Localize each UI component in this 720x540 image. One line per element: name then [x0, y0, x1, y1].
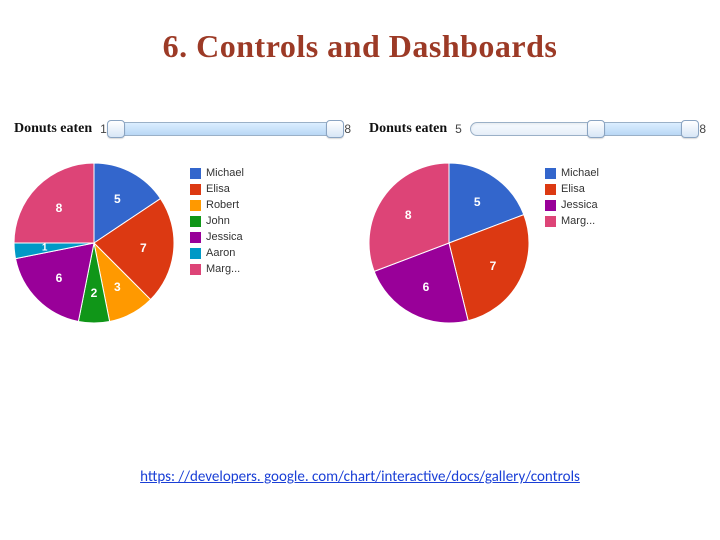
legend-item[interactable]: Aaron: [190, 247, 244, 259]
legend-label: John: [206, 215, 230, 227]
slice-value-label: 8: [56, 201, 63, 215]
slice-value-label: 1: [42, 242, 48, 253]
chart-area: 5 7 3 2 6 1 8 Michael Elisa Robert John Jessica Aaro…: [14, 163, 351, 323]
legend-swatch: [190, 264, 201, 275]
legend-label: Jessica: [561, 199, 598, 211]
legend-swatch: [545, 200, 556, 211]
legend-label: Elisa: [206, 183, 230, 195]
pie-chart: 5 7 3 2 6 1 8: [14, 163, 174, 323]
range-slider[interactable]: Donuts eaten 1 8: [14, 121, 351, 137]
pie-chart: 5 7 6 8: [369, 163, 529, 323]
slice-value-label: 2: [91, 286, 98, 300]
legend-item[interactable]: Michael: [545, 167, 599, 179]
legend: Michael Elisa Jessica Marg...: [545, 163, 599, 227]
page-title: 6. Controls and Dashboards: [0, 0, 720, 65]
dashboards-row: Donuts eaten 1 8 5 7 3 2 6 1 8 Michael Elisa Robert J…: [0, 65, 720, 323]
slice-value-label: 8: [405, 208, 412, 222]
legend-item[interactable]: Michael: [190, 167, 244, 179]
legend-label: Michael: [561, 167, 599, 179]
legend: Michael Elisa Robert John Jessica Aaron Marg..…: [190, 163, 244, 275]
slider-min-value: 5: [455, 122, 462, 136]
legend-swatch: [545, 168, 556, 179]
slider-max-value: 8: [699, 122, 706, 136]
slider-track[interactable]: [115, 122, 336, 136]
legend-swatch: [190, 232, 201, 243]
source-link-row: https: //developers. google. com/chart/i…: [0, 468, 720, 486]
range-slider[interactable]: Donuts eaten 5 8: [369, 121, 706, 137]
legend-swatch: [545, 184, 556, 195]
slice-value-label: 6: [423, 280, 430, 294]
legend-label: Marg...: [561, 215, 595, 227]
legend-label: Jessica: [206, 231, 243, 243]
slider-thumb-high[interactable]: [681, 120, 699, 138]
legend-swatch: [190, 168, 201, 179]
legend-swatch: [190, 248, 201, 259]
slice-value-label: 5: [114, 192, 121, 206]
legend-label: Marg...: [206, 263, 240, 275]
legend-item[interactable]: Marg...: [190, 263, 244, 275]
legend-item[interactable]: Elisa: [545, 183, 599, 195]
slice-value-label: 7: [140, 241, 147, 255]
slider-thumb-high[interactable]: [326, 120, 344, 138]
slice-value-label: 6: [56, 271, 63, 285]
legend-item[interactable]: Robert: [190, 199, 244, 211]
legend-label: Robert: [206, 199, 239, 211]
slice-value-label: 5: [474, 195, 481, 209]
legend-swatch: [190, 200, 201, 211]
slider-label: Donuts eaten: [369, 121, 447, 137]
slider-label: Donuts eaten: [14, 121, 92, 137]
slice-value-label: 7: [490, 259, 497, 273]
slider-max-value: 8: [344, 122, 351, 136]
legend-label: Elisa: [561, 183, 585, 195]
legend-swatch: [190, 184, 201, 195]
legend-item[interactable]: John: [190, 215, 244, 227]
legend-swatch: [545, 216, 556, 227]
legend-label: Michael: [206, 167, 244, 179]
legend-item[interactable]: Jessica: [190, 231, 244, 243]
legend-label: Aaron: [206, 247, 235, 259]
dashboard-2: Donuts eaten 5 8 5 7 6 8 Michael Elisa Jessica Mar…: [369, 121, 706, 323]
slider-thumb-low[interactable]: [587, 120, 605, 138]
legend-swatch: [190, 216, 201, 227]
pie-slice-marg[interactable]: [14, 163, 94, 243]
legend-item[interactable]: Elisa: [190, 183, 244, 195]
dashboard-1: Donuts eaten 1 8 5 7 3 2 6 1 8 Michael Elisa Robert J…: [14, 121, 351, 323]
chart-area: 5 7 6 8 Michael Elisa Jessica Marg...: [369, 163, 706, 323]
slider-thumb-low[interactable]: [107, 120, 125, 138]
slider-track[interactable]: [470, 122, 691, 136]
source-link[interactable]: https: //developers. google. com/chart/i…: [140, 468, 580, 486]
slider-min-value: 1: [100, 122, 107, 136]
legend-item[interactable]: Jessica: [545, 199, 599, 211]
legend-item[interactable]: Marg...: [545, 215, 599, 227]
slice-value-label: 3: [114, 280, 121, 294]
